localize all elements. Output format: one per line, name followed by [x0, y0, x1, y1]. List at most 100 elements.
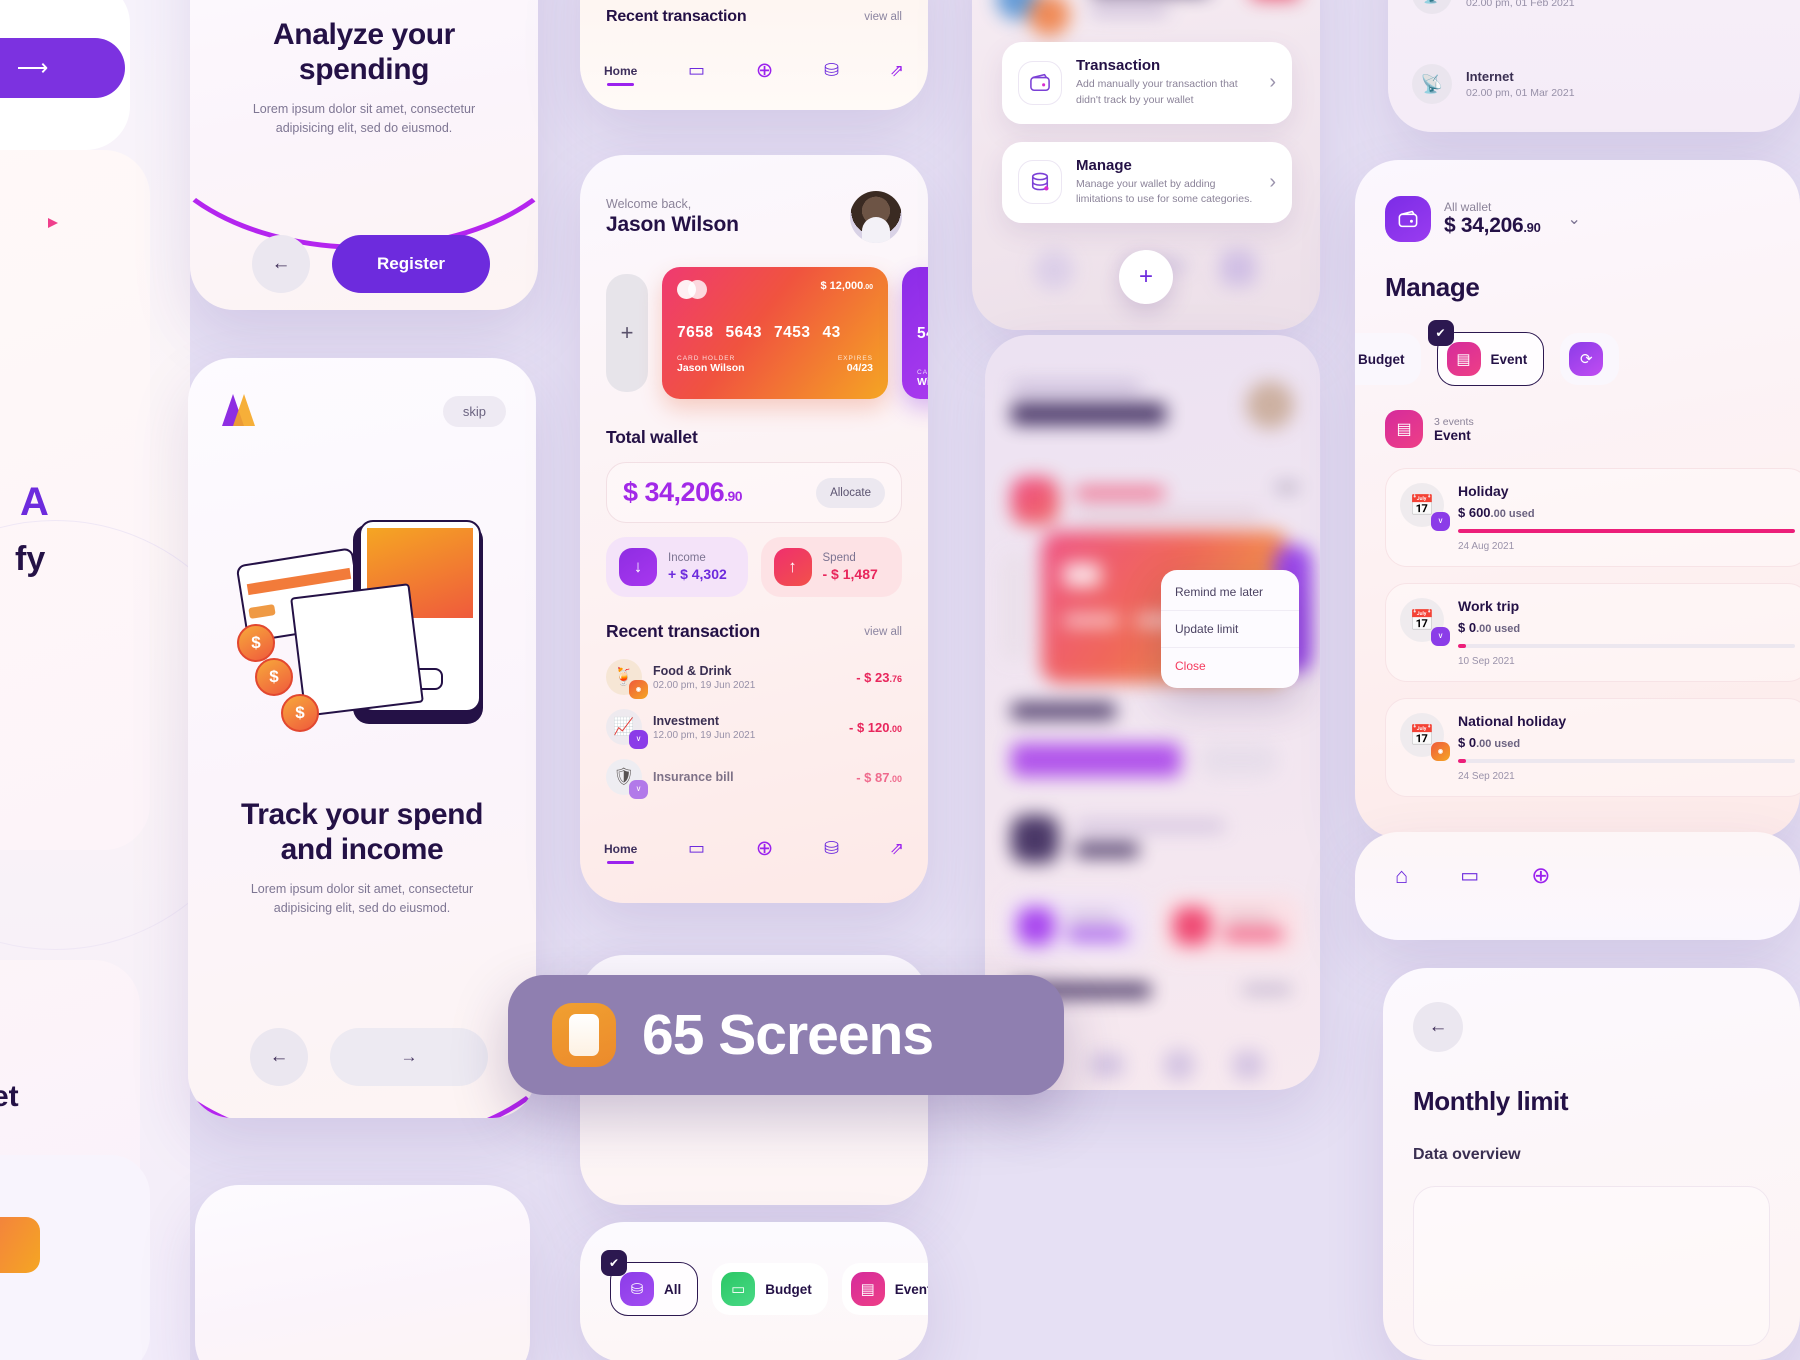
wallet-icon[interactable]: ▭	[688, 60, 705, 81]
add-fab-button[interactable]: +	[1119, 250, 1173, 304]
tab-event-label: Event	[1490, 351, 1528, 367]
filter-chip-event[interactable]: ▤ Event	[841, 1263, 928, 1315]
transaction-amount-cents: .00	[889, 723, 902, 734]
plus-icon[interactable]: ⊕	[756, 58, 774, 83]
home-icon[interactable]: ⌂	[1395, 863, 1408, 889]
decor-letter-a: A	[20, 480, 49, 524]
table-row[interactable]: 📈 V Investment 12.00 pm, 19 Jun 2021 - $…	[606, 702, 902, 752]
data-overview-label: Data overview	[1413, 1146, 1521, 1163]
table-row[interactable]: 🍹 ◉ Food & Drink 02.00 pm, 19 Jun 2021 -…	[606, 652, 902, 702]
filter-chip-all[interactable]: ✔ ⛁ All	[601, 1250, 699, 1316]
event-card-work-trip[interactable]: 📅 V Work trip $ 0.00 used 10 Sep 2021	[1385, 583, 1800, 682]
add-card-button[interactable]: +	[606, 274, 648, 392]
wallet-icon[interactable]: ▭	[1460, 863, 1479, 888]
internet-item-date: 02.00 pm, 01 Feb 2021	[1466, 0, 1575, 9]
recent-transaction-title: Recent transaction	[606, 621, 760, 641]
card-holder-value: Jason Wilson	[677, 362, 745, 374]
page-title: Manage	[1385, 272, 1480, 302]
tab-budget-label: Budget	[1358, 351, 1405, 367]
table-row[interactable]: 🛡 V Insurance bill - $ 87.00	[606, 752, 902, 802]
menu-item-update-limit[interactable]: Update limit	[1161, 610, 1299, 647]
add-option-manage[interactable]: Manage Manage your wallet by adding limi…	[1002, 141, 1292, 223]
event-count: 3 events	[1434, 415, 1474, 428]
transaction-amount: - $ 87.00	[856, 770, 902, 785]
list-item[interactable]: 📡 Internet 02.00 pm, 01 Feb 2021	[1412, 0, 1776, 14]
event-card-national-holiday[interactable]: 📅 ◉ National holiday $ 0.00 used 24 Sep …	[1385, 698, 1800, 797]
shield-icon: 🛡 V	[606, 759, 648, 799]
credit-card-visa[interactable]: VISA 54 CARD Wils	[902, 267, 928, 399]
chevron-down-icon[interactable]: ⌄	[1568, 209, 1581, 229]
total-wallet-value: $ 34,206	[623, 477, 725, 507]
onboarding-screen-partial	[195, 1185, 530, 1360]
onboarding-illustration: $ $ $	[233, 518, 503, 768]
card-amount: $ 12,000.00	[820, 280, 873, 292]
wallet-summary[interactable]: All wallet $ 34,206.90 ⌄	[1385, 196, 1581, 242]
monthly-back-button[interactable]: ←	[1413, 1002, 1463, 1052]
income-label: Income	[668, 552, 706, 564]
menu-item-close[interactable]: Close	[1161, 647, 1299, 684]
nav-home-top[interactable]: Home	[604, 64, 637, 86]
plus-icon[interactable]: ⊕	[1531, 862, 1550, 889]
add-option-manage-title: Manage	[1076, 156, 1132, 174]
arrow-right-icon: →	[400, 1047, 418, 1066]
income-stat-card[interactable]: ↓ Income + $ 4,302	[606, 537, 748, 597]
card-expires-value: 04/23	[846, 362, 873, 374]
database-icon[interactable]: ⛁	[824, 838, 839, 859]
phone-icon	[552, 1003, 616, 1067]
chevron-right-icon: ›	[1269, 71, 1276, 94]
register-button[interactable]: Register	[332, 235, 490, 293]
tab-event[interactable]: ✔ ▤ Event	[1427, 320, 1545, 386]
tab-recurring[interactable]: ⟳	[1560, 333, 1620, 385]
avatar[interactable]	[850, 191, 902, 243]
view-all-link-top[interactable]: view all	[864, 11, 902, 23]
add-option-transaction[interactable]: Transaction Add manually your transactio…	[1002, 42, 1292, 124]
onboarding-back-button-2[interactable]: ←	[250, 1028, 308, 1086]
plus-icon: +	[1138, 263, 1153, 290]
arrow-left-icon: ←	[269, 1046, 289, 1067]
nav-home[interactable]: Home	[604, 842, 637, 864]
analytics-icon[interactable]: ⇗	[890, 61, 904, 81]
transaction-amount-value: - $ 23	[856, 669, 890, 685]
list-item[interactable]: 📡 Internet 02.00 pm, 01 Mar 2021	[1412, 64, 1776, 104]
transaction-amount-cents: .00	[889, 773, 902, 784]
add-option-transaction-title: Transaction	[1076, 57, 1161, 74]
plus-icon[interactable]: ⊕	[756, 836, 774, 861]
arrow-down-icon: ↓	[619, 548, 657, 586]
check-icon: ✔	[601, 1250, 627, 1276]
decor-card-mid: A fy	[0, 150, 270, 950]
skip-button[interactable]: skip	[442, 396, 506, 427]
home-screen-top-strip: Recent transaction view all Home ▭ ⊕ ⛁ ⇗	[580, 0, 928, 110]
wallet-icon	[1385, 196, 1431, 242]
data-overview-card	[1413, 1186, 1770, 1346]
tab-budget[interactable]: ▭ Budget	[1355, 333, 1421, 385]
onboarding-back-button[interactable]: ←	[252, 235, 310, 293]
bottom-nav: Home ▭ ⊕ ⛁ ⇗	[580, 836, 928, 864]
wallet-icon-svg	[1398, 210, 1418, 227]
transaction-amount-cents: .76	[889, 673, 902, 684]
filter-chip-budget[interactable]: ▭ Budget	[712, 1263, 828, 1315]
spend-stat-card[interactable]: ↑ Spend - $ 1,487	[760, 537, 902, 597]
monthly-limit-title: Monthly limit	[1413, 1086, 1569, 1116]
credit-card-mastercard[interactable]: $ 12,000.00 7658 5643 7453 43 CARD HOLDE…	[662, 267, 888, 399]
menu-item-remind-me-later[interactable]: Remind me later	[1161, 574, 1299, 610]
onboarding-screen-track: skip $ $ $ Track your spend and income L…	[188, 358, 536, 1118]
internet-item-date: 02.00 pm, 01 Mar 2021	[1466, 87, 1575, 99]
card-num-4: 43	[822, 324, 841, 341]
total-wallet-title: Total wallet	[606, 427, 698, 447]
user-name: Jason Wilson	[606, 213, 739, 236]
allocate-button[interactable]: Allocate	[816, 477, 885, 508]
database-icon[interactable]: ⛁	[824, 60, 839, 81]
analytics-icon[interactable]: ⇗	[890, 839, 904, 859]
onboarding-screen-analyze: Analyze your spending Lorem ipsum dolor …	[190, 0, 538, 310]
calendar-icon: 📅 ◉	[1400, 713, 1450, 761]
progress-bar	[1458, 529, 1795, 533]
onboarding-next-button[interactable]: →	[330, 1028, 488, 1086]
event-card-holiday[interactable]: 📅 V Holiday $ 600.00 used 24 Aug 2021	[1385, 468, 1800, 567]
card-holder-label: CARD HOLDER	[677, 355, 736, 362]
card-number-partial: 54	[917, 325, 928, 343]
arrow-left-icon: ←	[1428, 1016, 1448, 1037]
calendar-icon: ▤	[850, 1272, 885, 1306]
view-all-link[interactable]: view all	[864, 626, 902, 638]
decor-arrow-pill[interactable]: ⟶	[0, 38, 125, 98]
wallet-icon[interactable]: ▭	[688, 838, 705, 859]
